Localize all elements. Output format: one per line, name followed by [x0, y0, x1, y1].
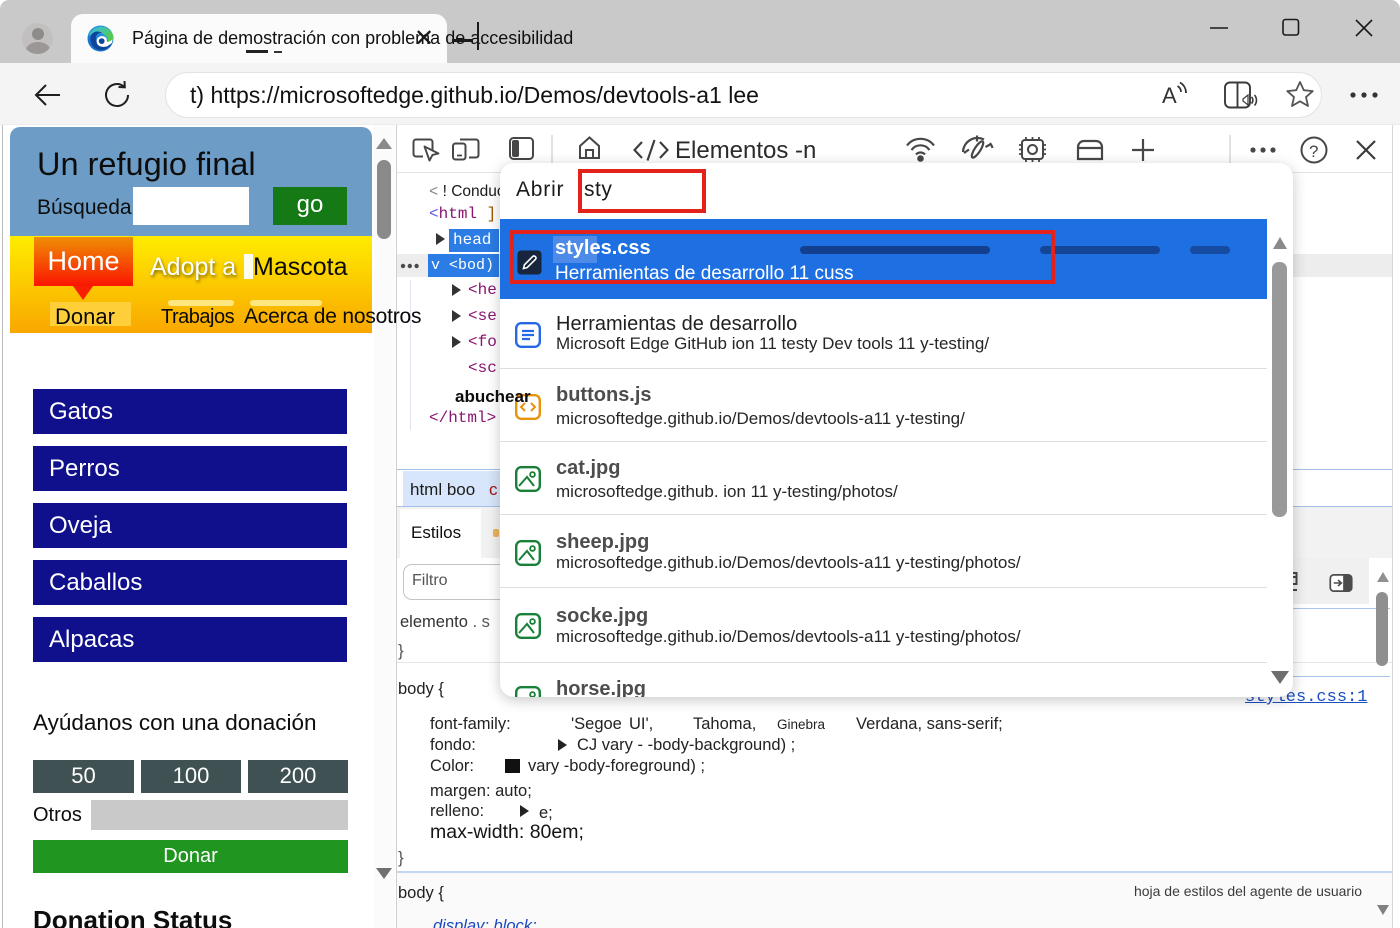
- svg-text:?: ?: [1309, 142, 1318, 161]
- svg-text:Elementos -n: Elementos -n: [675, 137, 816, 164]
- svg-text:A: A: [1162, 83, 1177, 108]
